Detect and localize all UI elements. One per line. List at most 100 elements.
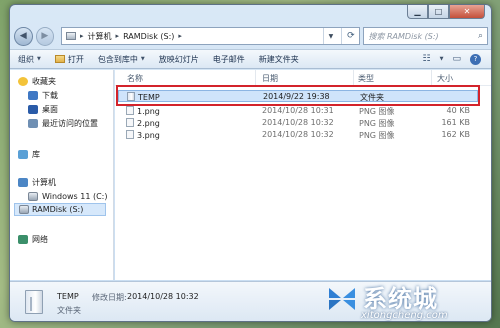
chevron-down-icon: ▼: [140, 56, 145, 62]
column-divider[interactable]: [431, 70, 432, 86]
file-name-cell: 2.png: [126, 118, 160, 128]
file-size: 161 KB: [441, 118, 470, 127]
nav-downloads-label: 下载: [42, 91, 58, 100]
search-input[interactable]: 搜索 RAMDisk (S:) ⌕: [363, 27, 488, 45]
file-row[interactable]: 2.png 2014/10/28 10:32 PNG 图像 161 KB: [115, 117, 491, 128]
nav-libraries[interactable]: 库: [18, 148, 40, 161]
new-folder-label: 新建文件夹: [258, 54, 299, 64]
search-icon[interactable]: ⌕: [478, 31, 483, 41]
detail-type: 文件夹: [57, 306, 81, 315]
watermark-logo-icon: [329, 288, 355, 310]
nav-drive-c[interactable]: Windows 11 (C:): [28, 190, 108, 203]
file-size: 162 KB: [441, 130, 470, 139]
desktop-icon: [28, 105, 38, 114]
nav-drive-c-label: Windows 11 (C:): [42, 192, 108, 201]
organize-button[interactable]: 组织 ▼: [18, 54, 41, 65]
png-file-icon: [126, 130, 134, 139]
address-bar[interactable]: ▸ 计算机 ▸ RAMDisk (S:) ▸ ▼ ⟳: [61, 27, 361, 45]
file-row[interactable]: 1.png 2014/10/28 10:31 PNG 图像 40 KB: [115, 105, 491, 116]
include-in-library-button[interactable]: 包含到库中 ▼: [98, 54, 145, 65]
nav-recent-label: 最近访问的位置: [42, 119, 98, 128]
file-name-cell: 3.png: [126, 130, 160, 140]
nav-favorites-label: 收藏夹: [32, 77, 56, 86]
column-type[interactable]: 类型: [358, 73, 374, 84]
navigation-pane: 收藏夹 下载 桌面 最近访问的位置 库 计算机 Windows 11 (C:): [10, 70, 114, 280]
close-button[interactable]: ✕: [449, 5, 485, 19]
file-date: 2014/10/28 10:31: [262, 106, 334, 115]
new-folder-button[interactable]: 新建文件夹: [259, 54, 299, 65]
file-name-cell: 1.png: [126, 106, 160, 116]
forward-button[interactable]: ▶: [35, 26, 55, 46]
nav-favorites[interactable]: 收藏夹: [18, 75, 56, 88]
nav-drive-s[interactable]: RAMDisk (S:): [14, 203, 106, 216]
breadcrumb-separator-icon[interactable]: ▸: [178, 32, 182, 40]
slideshow-button[interactable]: 放映幻灯片: [159, 54, 199, 65]
chevron-down-icon: ▼: [37, 56, 41, 62]
file-date: 2014/10/28 10:32: [262, 130, 334, 139]
nav-computer-label: 计算机: [32, 178, 56, 187]
open-label: 打开: [67, 54, 84, 64]
command-bar: 组织 ▼ 打开 包含到库中 ▼ 放映幻灯片 电子邮件 新建文件夹 ☷ ▼ ▭ ?: [10, 49, 491, 69]
nav-desktop[interactable]: 桌面: [28, 103, 58, 116]
nav-downloads[interactable]: 下载: [28, 89, 58, 102]
view-controls: ☷ ▼ ▭ ?: [423, 53, 491, 65]
red-highlight-annotation: [116, 85, 480, 106]
nav-network[interactable]: 网络: [18, 233, 48, 246]
column-size[interactable]: 大小: [437, 73, 453, 84]
file-type: PNG 图像: [359, 107, 395, 116]
back-button[interactable]: ◀: [14, 26, 33, 46]
folder-icon: [25, 290, 43, 314]
library-icon: [18, 150, 28, 159]
file-row[interactable]: 3.png 2014/10/28 10:32 PNG 图像 162 KB: [115, 129, 491, 140]
help-icon[interactable]: ?: [470, 53, 481, 65]
address-dropdown-icon[interactable]: ▼: [323, 28, 337, 44]
watermark-text: 系统城: [363, 285, 438, 313]
nav-desktop-label: 桌面: [42, 105, 58, 114]
star-icon: [18, 77, 28, 86]
slideshow-label: 放映幻灯片: [158, 54, 199, 64]
detail-name: TEMP: [57, 292, 79, 301]
column-date[interactable]: 日期: [262, 73, 278, 84]
nav-computer[interactable]: 计算机: [18, 176, 56, 189]
organize-label: 组织: [18, 54, 34, 64]
drive-icon: [28, 192, 38, 201]
computer-icon: [18, 178, 28, 187]
file-name: 2.png: [137, 119, 160, 128]
column-divider[interactable]: [353, 70, 354, 86]
email-button[interactable]: 电子邮件: [213, 54, 245, 65]
nav-network-label: 网络: [32, 235, 48, 244]
png-file-icon: [126, 118, 134, 127]
include-library-label: 包含到库中: [97, 54, 138, 64]
drive-icon: [66, 32, 77, 40]
open-button[interactable]: 打开: [54, 54, 84, 65]
column-name[interactable]: 名称: [127, 73, 143, 84]
search-placeholder: 搜索 RAMDisk (S:): [368, 31, 439, 41]
file-name: 1.png: [137, 107, 160, 116]
maximize-button[interactable]: □: [428, 5, 449, 19]
watermark: 系统城 xitongcheng.com: [325, 276, 490, 326]
breadcrumb-separator-icon[interactable]: ▸: [116, 32, 120, 40]
breadcrumb-computer[interactable]: 计算机: [88, 31, 112, 42]
back-arrow-icon: ◀: [19, 31, 27, 41]
file-type: PNG 图像: [359, 131, 395, 140]
minimize-button[interactable]: ▁: [407, 5, 428, 19]
drive-icon: [19, 205, 29, 214]
column-headers: 名称 日期 类型 大小: [115, 70, 491, 86]
nav-recent[interactable]: 最近访问的位置: [28, 117, 98, 130]
chevron-down-icon[interactable]: ▼: [440, 56, 444, 62]
folder-icon: [54, 55, 65, 63]
view-options-icon[interactable]: ☷: [423, 54, 431, 64]
recent-places-icon: [28, 119, 38, 128]
breadcrumb-separator-icon: ▸: [80, 32, 84, 40]
email-label: 电子邮件: [212, 54, 245, 64]
address-row: ◀ ▶ ▸ 计算机 ▸ RAMDisk (S:) ▸ ▼ ⟳ 搜索 RAMDis…: [14, 25, 488, 47]
refresh-icon[interactable]: ⟳: [341, 28, 359, 44]
nav-drive-s-label: RAMDisk (S:): [32, 205, 84, 214]
column-divider[interactable]: [255, 70, 256, 86]
file-type: PNG 图像: [359, 119, 395, 128]
title-bar: ▁ □ ✕: [10, 5, 491, 23]
detail-modified-label: 修改日期:: [92, 293, 127, 302]
breadcrumb-ramdisk[interactable]: RAMDisk (S:): [123, 32, 174, 41]
preview-pane-icon[interactable]: ▭: [452, 54, 461, 64]
file-name: 3.png: [137, 131, 160, 140]
